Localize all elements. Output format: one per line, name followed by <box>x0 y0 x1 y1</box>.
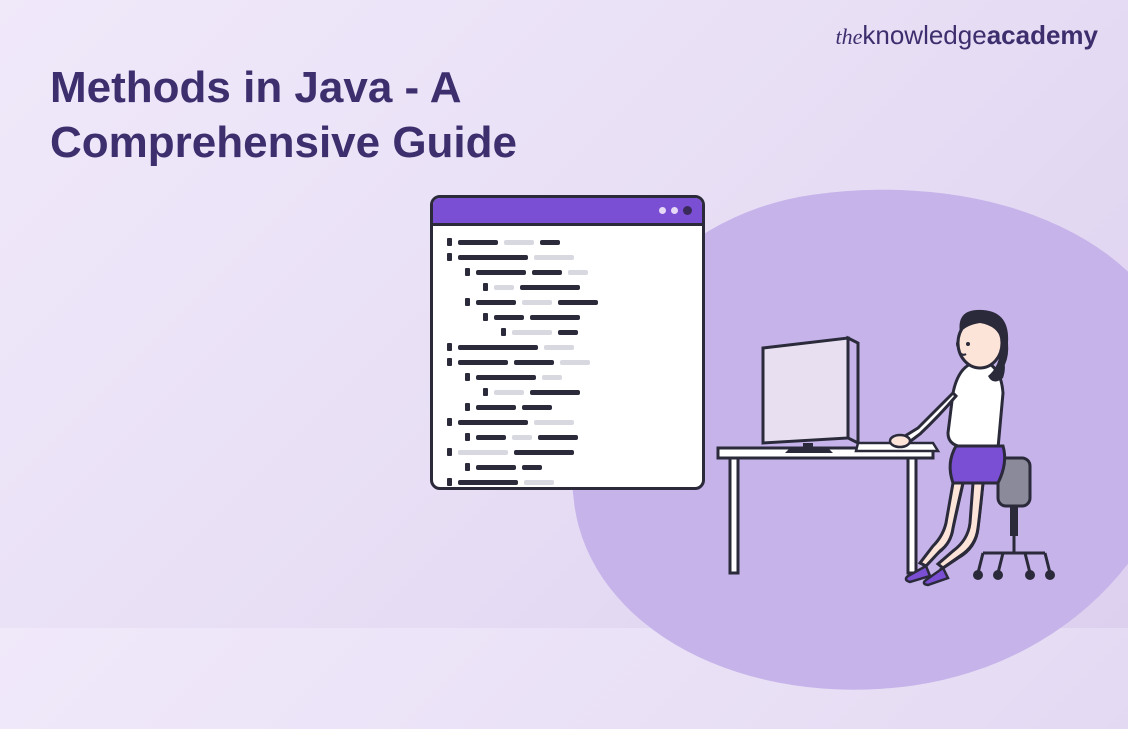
brand-logo: theknowledgeacademy <box>835 20 1098 51</box>
window-dot-icon <box>683 206 692 215</box>
logo-suffix: academy <box>987 20 1098 50</box>
window-titlebar <box>433 198 702 226</box>
page-title: Methods in Java - A Comprehensive Guide <box>50 60 690 170</box>
window-dot-icon <box>659 207 666 214</box>
code-body <box>433 226 702 490</box>
code-window-illustration <box>430 195 705 490</box>
woman-at-desk-illustration <box>708 248 1068 588</box>
window-dot-icon <box>671 207 678 214</box>
logo-mid: knowledge <box>862 20 986 50</box>
logo-prefix: the <box>835 24 862 49</box>
